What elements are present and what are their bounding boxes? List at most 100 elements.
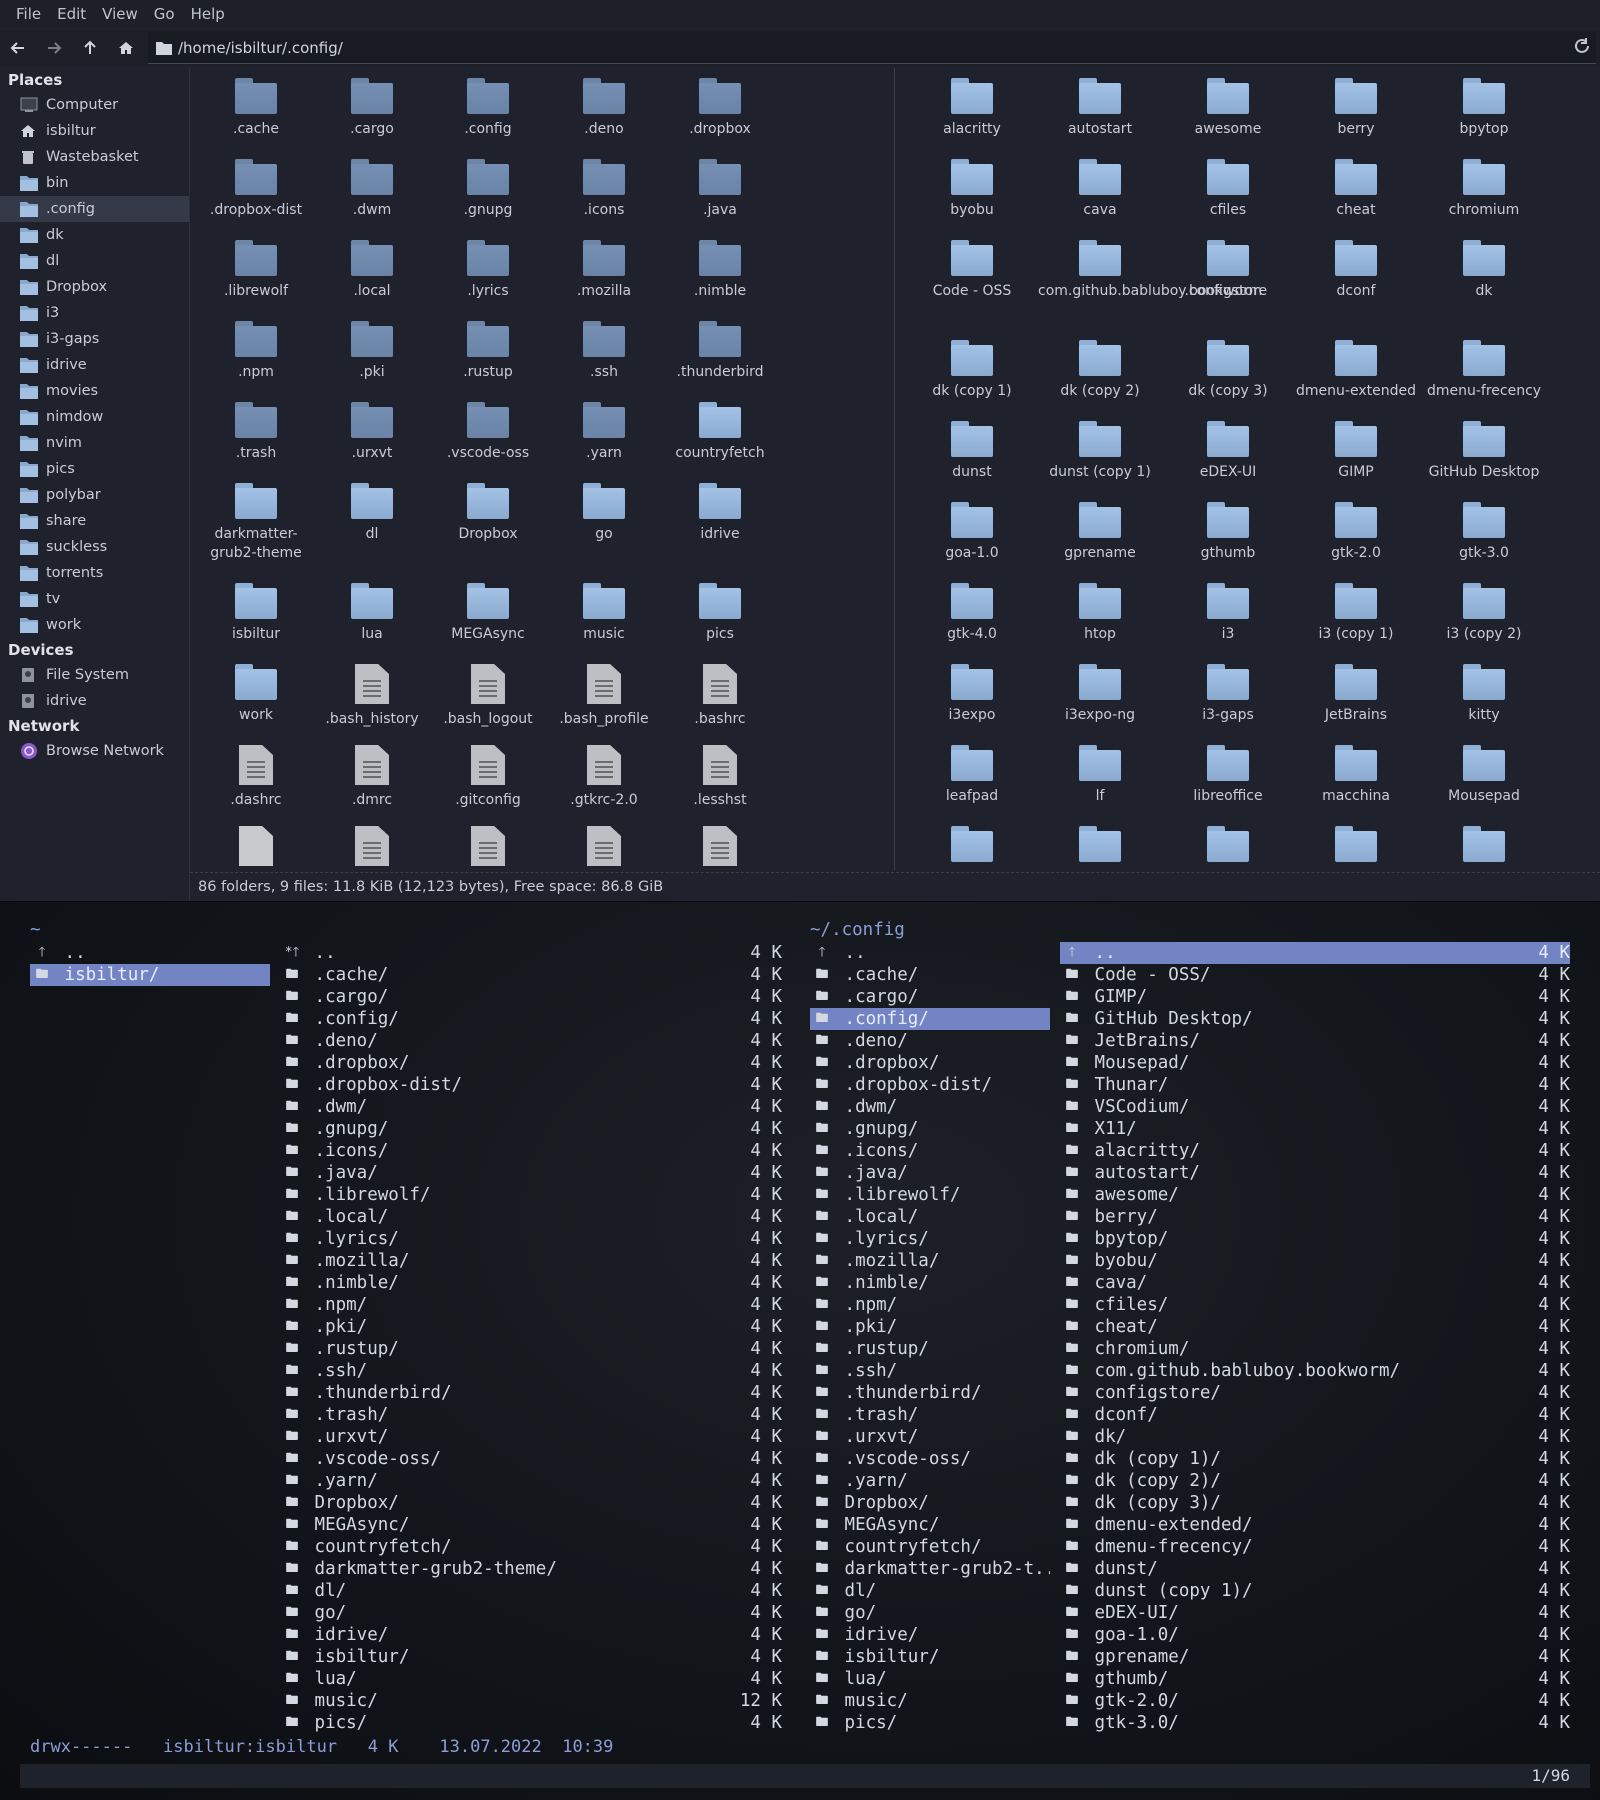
list-item[interactable]: 🖿 cheat/4 K xyxy=(1060,1316,1570,1338)
list-item[interactable]: 🖿 .rustup/4 K xyxy=(280,1338,782,1360)
folder-item[interactable]: libreoffice xyxy=(1164,739,1292,820)
folder-item[interactable]: GIMP xyxy=(1292,415,1420,496)
list-item[interactable]: 🖿 .pki/ xyxy=(810,1316,1050,1338)
list-item[interactable]: 🖿 gtk-3.0/4 K xyxy=(1060,1712,1570,1734)
file-item[interactable] xyxy=(314,820,430,870)
menu-go[interactable]: Go xyxy=(146,5,183,23)
folder-item[interactable]: gprename xyxy=(1036,496,1164,577)
folder-item[interactable]: .yarn xyxy=(546,396,662,477)
folder-item[interactable]: dl xyxy=(314,477,430,577)
list-item[interactable]: 🖿 chromium/4 K xyxy=(1060,1338,1570,1360)
list-item[interactable]: 🖿 music/ xyxy=(810,1690,1050,1712)
folder-item[interactable]: music xyxy=(546,577,662,658)
list-item[interactable]: 🖿 .yarn/4 K xyxy=(280,1470,782,1492)
file-item[interactable]: .dmrc xyxy=(314,739,430,820)
folder-item[interactable]: isbiltur xyxy=(198,577,314,658)
reload-icon[interactable] xyxy=(1572,36,1592,56)
list-item[interactable]: 🖿 pics/4 K xyxy=(280,1712,782,1734)
folder-item[interactable]: kitty xyxy=(1420,658,1548,739)
list-item[interactable]: 🖿 .urxvt/4 K xyxy=(280,1426,782,1448)
list-item[interactable]: 🖿 .yarn/ xyxy=(810,1470,1050,1492)
list-item[interactable]: 🖿 byobu/4 K xyxy=(1060,1250,1570,1272)
list-item[interactable]: 🖿 berry/4 K xyxy=(1060,1206,1570,1228)
network-item-browse-network[interactable]: Browse Network xyxy=(0,738,189,764)
list-item[interactable]: 🖿 .lyrics/ xyxy=(810,1228,1050,1250)
list-item[interactable]: 🖿 .java/ xyxy=(810,1162,1050,1184)
file-item[interactable]: .bashrc xyxy=(662,658,778,739)
up-button[interactable] xyxy=(72,32,108,64)
sidebar-item-pics[interactable]: pics xyxy=(0,456,189,482)
list-item[interactable]: 🖿 dk (copy 1)/ 4 K xyxy=(1060,1448,1570,1470)
folder-item[interactable]: .vscode-oss xyxy=(430,396,546,477)
file-item[interactable]: .bash_history xyxy=(314,658,430,739)
folder-item[interactable]: dk xyxy=(1420,234,1548,334)
folder-item[interactable]: Dropbox xyxy=(430,477,546,577)
folder-item[interactable] xyxy=(1292,820,1420,870)
list-item[interactable]: 🖿 goa-1.0/4 K xyxy=(1060,1624,1570,1646)
list-item[interactable]: 🖿 go/4 K xyxy=(280,1602,782,1624)
list-item[interactable]: 🖿 .dwm/ xyxy=(810,1096,1050,1118)
folder-item[interactable] xyxy=(1036,820,1164,870)
menu-file[interactable]: File xyxy=(8,5,49,23)
sidebar-item-dl[interactable]: dl xyxy=(0,248,189,274)
list-item[interactable]: 🖿 bpytop/4 K xyxy=(1060,1228,1570,1250)
folder-item[interactable]: i3 (copy 2) xyxy=(1420,577,1548,658)
sidebar-item-isbiltur[interactable]: isbiltur xyxy=(0,118,189,144)
list-item[interactable]: 🖿 .thunderbird/ xyxy=(810,1382,1050,1404)
sidebar-item-nvim[interactable]: nvim xyxy=(0,430,189,456)
list-item[interactable]: 🖿 com.github.babluboy.bookworm/4 K xyxy=(1060,1360,1570,1382)
list-item[interactable]: 🖿 GIMP/4 K xyxy=(1060,986,1570,1008)
list-item[interactable]: 🖿 .ssh/4 K xyxy=(280,1360,782,1382)
list-item[interactable]: 🖿 idrive/4 K xyxy=(280,1624,782,1646)
list-item[interactable]: 🖿 .dwm/4 K xyxy=(280,1096,782,1118)
folder-item[interactable]: cava xyxy=(1036,153,1164,234)
list-item[interactable]: 🖿 .nimble/4 K xyxy=(280,1272,782,1294)
list-item[interactable]: 🖿 .rustup/ xyxy=(810,1338,1050,1360)
list-item[interactable]: 🖿 .cache/ xyxy=(810,964,1050,986)
list-item[interactable]: 🖿 MEGAsync/4 K xyxy=(280,1514,782,1536)
sidebar-item-computer[interactable]: Computer xyxy=(0,92,189,118)
list-item[interactable]: 🖿 music/12 K xyxy=(280,1690,782,1712)
list-item[interactable]: 🖿 .trash/ xyxy=(810,1404,1050,1426)
folder-item[interactable]: berry xyxy=(1292,72,1420,153)
list-item[interactable]: 🖿 .lyrics/4 K xyxy=(280,1228,782,1250)
file-item[interactable] xyxy=(546,820,662,870)
sidebar-item-movies[interactable]: movies xyxy=(0,378,189,404)
list-item[interactable]: 🖿 .local/4 K xyxy=(280,1206,782,1228)
list-item[interactable]: 🖿 .config/4 K xyxy=(280,1008,782,1030)
file-item[interactable]: .gtkrc-2.0 xyxy=(546,739,662,820)
folder-item[interactable]: chromium xyxy=(1420,153,1548,234)
list-item[interactable]: 🖿 .gnupg/4 K xyxy=(280,1118,782,1140)
folder-item[interactable]: dmenu-frecency xyxy=(1420,334,1548,415)
list-item[interactable]: 🡑 .. xyxy=(30,942,270,964)
back-button[interactable] xyxy=(0,32,36,64)
folder-item[interactable]: GitHub Desktop xyxy=(1420,415,1548,496)
folder-item[interactable]: .java xyxy=(662,153,778,234)
device-item-file-system[interactable]: File System xyxy=(0,662,189,688)
list-item[interactable]: 🡑 .. 4 K xyxy=(1060,942,1570,964)
folder-item[interactable]: JetBrains xyxy=(1292,658,1420,739)
folder-item[interactable]: Mousepad xyxy=(1420,739,1548,820)
folder-item[interactable]: .librewolf xyxy=(198,234,314,315)
folder-item[interactable]: htop xyxy=(1036,577,1164,658)
folder-item[interactable]: .dwm xyxy=(314,153,430,234)
list-item[interactable]: 🖿 X11/4 K xyxy=(1060,1118,1570,1140)
folder-item[interactable] xyxy=(1420,820,1548,870)
list-item[interactable]: 🖿 .vscode-oss/ xyxy=(810,1448,1050,1470)
list-item[interactable]: 🖿 .dropbox-dist/ xyxy=(810,1074,1050,1096)
list-item[interactable]: 🖿 .local/ xyxy=(810,1206,1050,1228)
list-item[interactable]: 🖿 darkmatter-grub2-theme/4 K xyxy=(280,1558,782,1580)
list-item[interactable]: 🖿 alacritty/4 K xyxy=(1060,1140,1570,1162)
list-item[interactable]: 🖿 .npm/4 K xyxy=(280,1294,782,1316)
list-item[interactable]: 🖿 .dropbox/ xyxy=(810,1052,1050,1074)
menu-view[interactable]: View xyxy=(94,5,146,23)
folder-item[interactable]: .lyrics xyxy=(430,234,546,315)
folder-item[interactable]: awesome xyxy=(1164,72,1292,153)
file-item[interactable]: .bash_profile xyxy=(546,658,662,739)
list-item[interactable]: 🖿 Dropbox/ xyxy=(810,1492,1050,1514)
sidebar-item-i3[interactable]: i3 xyxy=(0,300,189,326)
folder-item[interactable]: dk (copy 3) xyxy=(1164,334,1292,415)
folder-item[interactable]: dunst xyxy=(908,415,1036,496)
list-item[interactable]: 🖿 Code - OSS/4 K xyxy=(1060,964,1570,986)
home-button[interactable] xyxy=(108,32,144,64)
